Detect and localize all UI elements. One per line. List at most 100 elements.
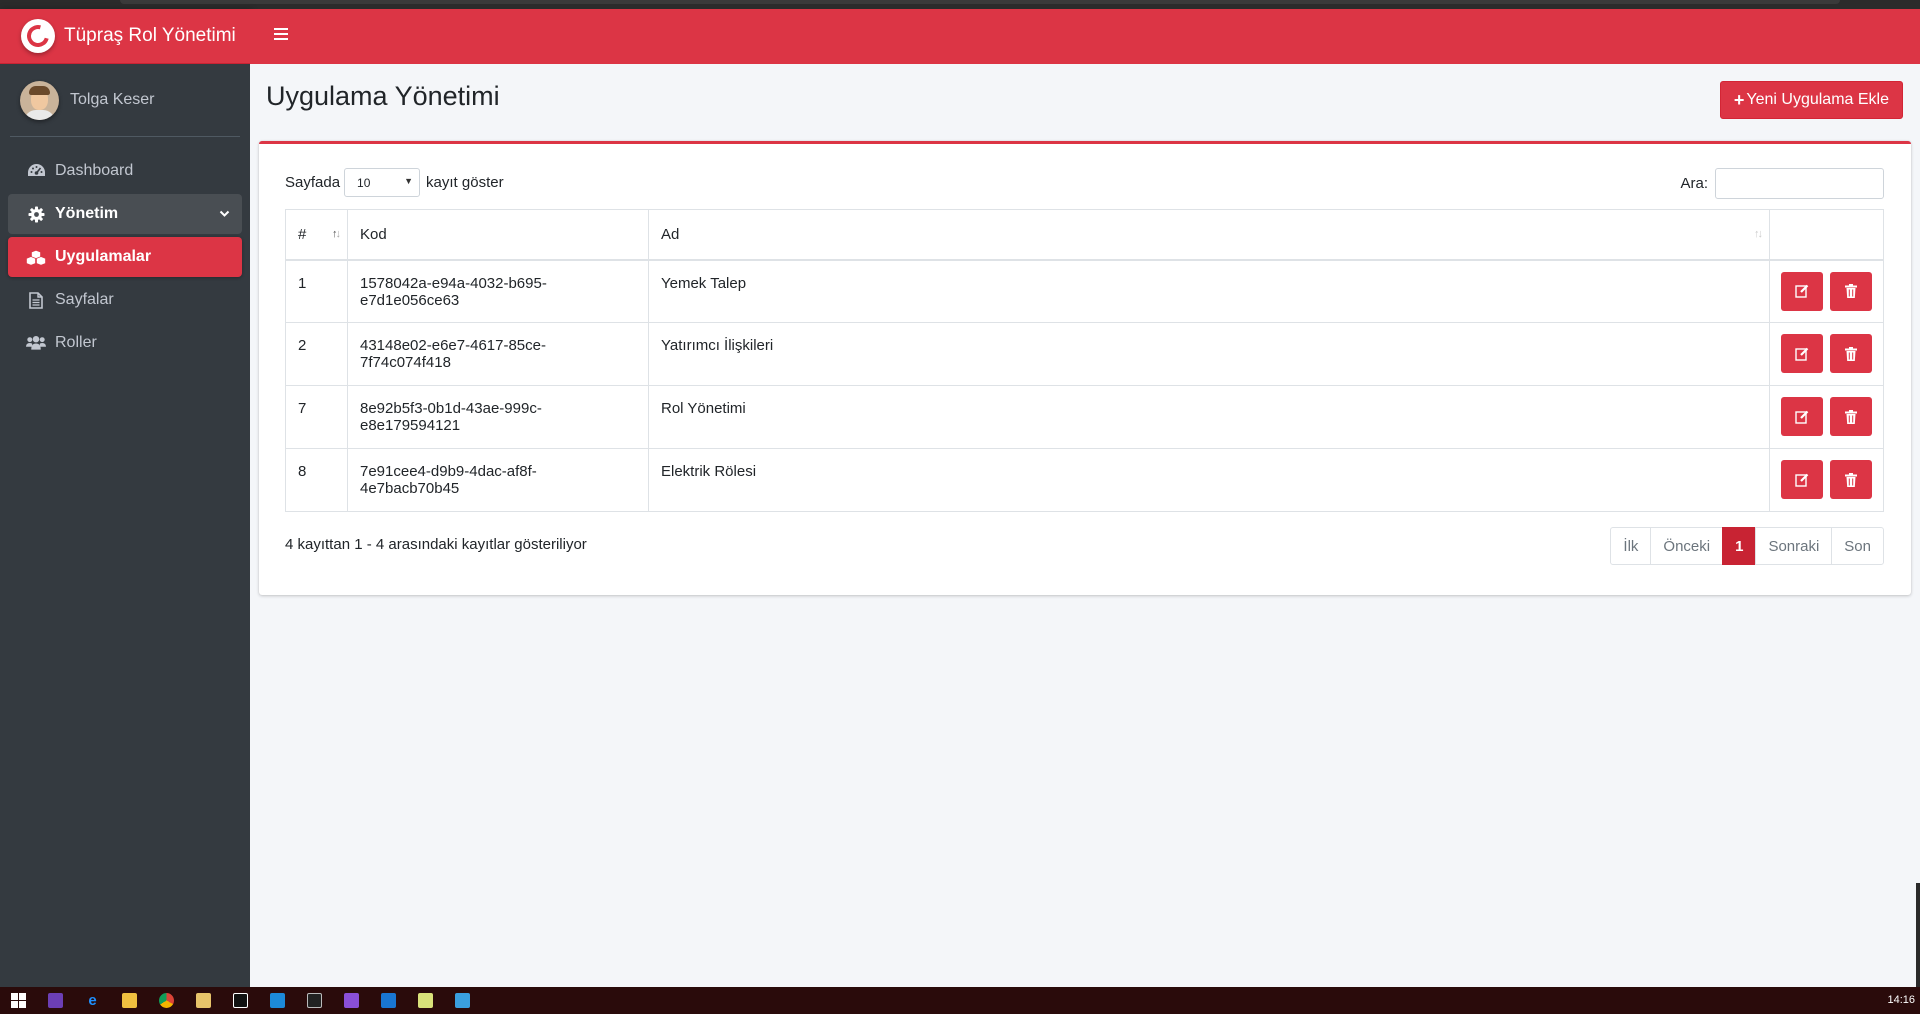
- plus-icon: +: [1733, 89, 1745, 110]
- edit-button[interactable]: [1781, 334, 1823, 373]
- menu-toggle-icon[interactable]: [274, 28, 288, 40]
- top-navbar: [250, 9, 1920, 64]
- trash-icon: [1845, 284, 1857, 298]
- page-next[interactable]: Sonraki: [1755, 527, 1833, 565]
- sort-icon: ↑↓: [1754, 228, 1763, 240]
- sidebar: Tüpraş Rol Yönetimi Tolga Keser Dashboar…: [0, 9, 250, 987]
- page-previous[interactable]: Önceki: [1650, 527, 1724, 565]
- notepad-icon[interactable]: [407, 987, 444, 1014]
- add-application-button[interactable]: + Yeni Uygulama Ekle: [1719, 81, 1903, 119]
- webstorm-icon[interactable]: [222, 987, 259, 1014]
- sidebar-item-label: Dashboard: [55, 162, 134, 179]
- edit-icon: [1795, 410, 1809, 424]
- cubes-icon: [26, 249, 46, 266]
- paint-tool-icon[interactable]: [185, 987, 222, 1014]
- table-row: 2 43148e02-e6e7-4617-85ce-7f74c074f418 Y…: [285, 322, 1884, 386]
- browser-top-strip: [0, 0, 1920, 9]
- sidebar-item-roller[interactable]: Roller: [8, 323, 242, 363]
- column-header-code[interactable]: Kod: [347, 209, 649, 261]
- taskbar-clock[interactable]: 14:16: [1887, 994, 1915, 1006]
- add-application-label: Yeni Uygulama Ekle: [1746, 91, 1889, 108]
- visual-studio-alt-icon[interactable]: [333, 987, 370, 1014]
- edit-button[interactable]: [1781, 397, 1823, 436]
- cell-id: 7: [285, 385, 348, 449]
- sidebar-item-label: Yönetim: [55, 205, 119, 222]
- trash-icon: [1845, 346, 1857, 361]
- caret-down-icon: ▼: [404, 176, 414, 186]
- page-last[interactable]: Son: [1831, 527, 1884, 565]
- chevron-down-icon: [219, 206, 230, 224]
- table-row: 1 1578042a-e94a-4032-b695-e7d1e056ce63 Y…: [285, 259, 1884, 323]
- sidebar-item-sayfalar[interactable]: Sayfalar: [8, 280, 242, 320]
- page-first[interactable]: İlk: [1610, 527, 1652, 565]
- delete-button[interactable]: [1830, 334, 1872, 373]
- brand-logo-icon: [21, 19, 55, 53]
- os-taskbar: e 14:16: [0, 987, 1920, 1014]
- cell-actions: [1769, 322, 1884, 386]
- edit-icon: [1795, 284, 1809, 298]
- length-prefix: Sayfada: [285, 174, 341, 191]
- remote-desktop-icon[interactable]: [444, 987, 481, 1014]
- delete-button[interactable]: [1830, 397, 1872, 436]
- file-explorer-icon[interactable]: [111, 987, 148, 1014]
- gear-icon: [26, 206, 46, 223]
- page-title: Uygulama Yönetimi: [266, 81, 500, 111]
- avatar: [20, 80, 59, 120]
- scrollbar[interactable]: [1916, 883, 1920, 987]
- cell-actions: [1769, 448, 1884, 512]
- dashboard-icon: [26, 163, 46, 179]
- column-header-actions: [1769, 209, 1884, 261]
- search-control: Ara:: [1680, 168, 1884, 199]
- sidebar-item-label: Sayfalar: [55, 291, 114, 308]
- column-header-id[interactable]: # ↑↓: [285, 209, 348, 261]
- cell-name: Elektrik Rölesi: [648, 448, 1770, 512]
- edit-button[interactable]: [1781, 460, 1823, 499]
- cell-name: Rol Yönetimi: [648, 385, 1770, 449]
- visual-studio-icon[interactable]: [37, 987, 74, 1014]
- cell-id: 1: [285, 259, 348, 323]
- main-content: Uygulama Yönetimi + Yeni Uygulama Ekle S…: [250, 64, 1920, 987]
- search-input[interactable]: [1715, 168, 1884, 199]
- delete-button[interactable]: [1830, 271, 1872, 311]
- outlook-icon[interactable]: [370, 987, 407, 1014]
- length-suffix: kayıt göster: [426, 174, 504, 191]
- delete-button[interactable]: [1830, 460, 1872, 499]
- page-1[interactable]: 1: [1722, 527, 1757, 565]
- page-length-select[interactable]: 10 ▼: [344, 168, 421, 197]
- cell-code: 43148e02-e6e7-4617-85ce-7f74c074f418: [347, 322, 649, 386]
- edit-icon: [1795, 347, 1809, 361]
- sidebar-item-uygulamalar[interactable]: Uygulamalar: [8, 237, 242, 277]
- user-panel[interactable]: Tolga Keser: [10, 64, 240, 137]
- command-prompt-icon[interactable]: [296, 987, 333, 1014]
- column-header-name[interactable]: Ad ↑↓: [648, 209, 1770, 261]
- file-icon: [26, 291, 46, 309]
- edit-icon: [1795, 473, 1809, 487]
- trash-icon: [1845, 472, 1857, 487]
- applications-card: Sayfada 10 ▼ kayıt göster Ara: # ↑↓ Kod: [259, 141, 1911, 595]
- table-header-row: # ↑↓ Kod Ad ↑↓: [285, 209, 1884, 261]
- brand-link[interactable]: Tüpraş Rol Yönetimi: [0, 9, 250, 64]
- users-icon: [26, 335, 46, 351]
- applications-table: # ↑↓ Kod Ad ↑↓ 1 1578042a-e94a-4032-b695…: [285, 209, 1884, 512]
- pagination: İlk Önceki 1 Sonraki Son: [1610, 527, 1884, 565]
- cell-id: 8: [285, 448, 348, 512]
- windows-start-icon[interactable]: [0, 987, 37, 1014]
- cell-actions: [1769, 259, 1884, 323]
- table-row: 7 8e92b5f3-0b1d-43ae-999c-e8e179594121 R…: [285, 385, 1884, 449]
- sidebar-nav: Dashboard Yönetim Uygulamalar Sayfalar R…: [0, 137, 250, 380]
- vscode-icon[interactable]: [259, 987, 296, 1014]
- app-title: Tüpraş Rol Yönetimi: [64, 25, 236, 46]
- table-info: 4 kayıttan 1 - 4 arasındaki kayıtlar gös…: [285, 536, 587, 553]
- cell-name: Yatırımcı İlişkileri: [648, 322, 1770, 386]
- user-name[interactable]: Tolga Keser: [70, 91, 155, 109]
- cell-code: 1578042a-e94a-4032-b695-e7d1e056ce63: [347, 259, 649, 323]
- sidebar-item-label: Uygulamalar: [55, 248, 152, 265]
- cell-actions: [1769, 385, 1884, 449]
- edit-button[interactable]: [1781, 271, 1823, 311]
- edge-browser-icon[interactable]: e: [74, 987, 111, 1014]
- page-length-control: Sayfada 10 ▼ kayıt göster: [285, 168, 504, 197]
- sidebar-item-dashboard[interactable]: Dashboard: [8, 151, 242, 191]
- chrome-browser-icon[interactable]: [148, 987, 185, 1014]
- sidebar-item-yonetim[interactable]: Yönetim: [8, 194, 242, 234]
- trash-icon: [1845, 409, 1857, 424]
